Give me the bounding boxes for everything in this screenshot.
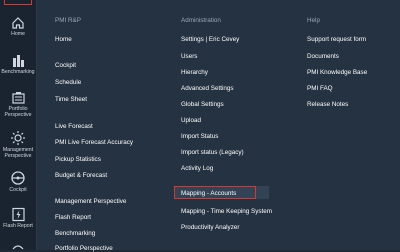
sidebar-item-cockpit[interactable]: Cockpit (0, 170, 36, 193)
sidebar-item-flash-report[interactable]: Flash Report (0, 207, 36, 229)
col-heading-administration: Administration (181, 17, 221, 24)
menu-item-upload[interactable]: Upload (181, 117, 201, 124)
menu-item-home[interactable]: Home (55, 36, 72, 43)
menu-item-benchmarking[interactable]: Benchmarking (55, 230, 95, 237)
menu-item-cockpit[interactable]: Cockpit (55, 62, 76, 69)
sidebar-label-benchmarking: Benchmarking (1, 69, 35, 75)
menu-item-import-status-legacy[interactable]: Import status (Legacy) (181, 149, 244, 156)
menu-item-mapping-accounts[interactable]: Mapping - Accounts (181, 190, 236, 197)
sidebar-item-benchmarking[interactable]: Benchmarking (0, 54, 36, 75)
sidebar-item-partial (0, 242, 36, 250)
menu-item-flash-report[interactable]: Flash Report (55, 214, 91, 221)
menu-item-activity-log[interactable]: Activity Log (181, 165, 213, 172)
menu-item-documents[interactable]: Documents (307, 53, 339, 60)
col-heading-help: Help (307, 17, 320, 24)
sidebar-item-home[interactable]: Home (0, 16, 36, 37)
menu-item-pmi-live-forecast-accuracy[interactable]: PMI Live Forecast Accuracy (55, 139, 133, 146)
cockpit-icon (11, 171, 25, 185)
navigation-menu-panel: PMI R&P Home Cockpit Schedule Time Sheet… (37, 0, 400, 252)
menu-item-pmi-knowledge-base[interactable]: PMI Knowledge Base (307, 69, 367, 76)
menu-item-release-notes[interactable]: Release Notes (307, 101, 348, 108)
menu-item-portfolio-perspective[interactable]: Portfolio Perspective (55, 245, 113, 252)
menu-item-management-perspective[interactable]: Management Perspective (55, 198, 126, 205)
menu-item-import-status[interactable]: Import Status (181, 133, 218, 140)
benchmarking-icon (13, 55, 24, 67)
col-heading-pmi-rp: PMI R&P (55, 17, 81, 24)
menu-item-pickup-statistics[interactable]: Pickup Statistics (55, 156, 101, 163)
menu-item-advanced-settings[interactable]: Advanced Settings (181, 85, 234, 92)
menu-item-schedule[interactable]: Schedule (55, 79, 81, 86)
menu-item-mapping-time-keeping-system[interactable]: Mapping - Time Keeping System (181, 208, 272, 215)
menu-item-pmi-faq[interactable]: PMI FAQ (307, 85, 333, 92)
sidebar-item-portfolio[interactable]: Portfolio Perspective (0, 91, 36, 118)
sidebar-label-cockpit: Cockpit (9, 187, 27, 193)
sidebar-label-management: Management Perspective (2, 147, 34, 159)
menu-item-productivity-analyzer[interactable]: Productivity Analyzer (181, 224, 239, 231)
menu-item-global-settings[interactable]: Global Settings (181, 101, 224, 108)
sidebar-label-portfolio: Portfolio Perspective (4, 106, 32, 118)
menu-item-hierarchy[interactable]: Hierarchy (181, 69, 208, 76)
home-icon (12, 17, 24, 29)
sidebar-label-flash-report: Flash Report (3, 223, 33, 229)
menu-item-settings[interactable]: Settings | Eric Cevey (181, 36, 239, 43)
menu-item-budget-forecast[interactable]: Budget & Forecast (55, 172, 107, 179)
menu-item-support-request-form[interactable]: Support request form (307, 36, 366, 43)
sidebar-label-home: Home (11, 31, 25, 37)
menu-item-live-forecast[interactable]: Live Forecast (55, 123, 93, 130)
wifi-icon (12, 245, 24, 250)
flash-report-icon (11, 207, 25, 222)
menu-item-time-sheet[interactable]: Time Sheet (55, 96, 87, 103)
sidebar: Home Benchmarking Portfolio Perspective (0, 0, 37, 250)
portfolio-icon (11, 92, 25, 104)
menu-item-users[interactable]: Users (181, 53, 197, 60)
selected-indicator (4, 0, 32, 5)
sidebar-item-management[interactable]: Management Perspective (0, 130, 36, 159)
management-icon (11, 131, 25, 145)
